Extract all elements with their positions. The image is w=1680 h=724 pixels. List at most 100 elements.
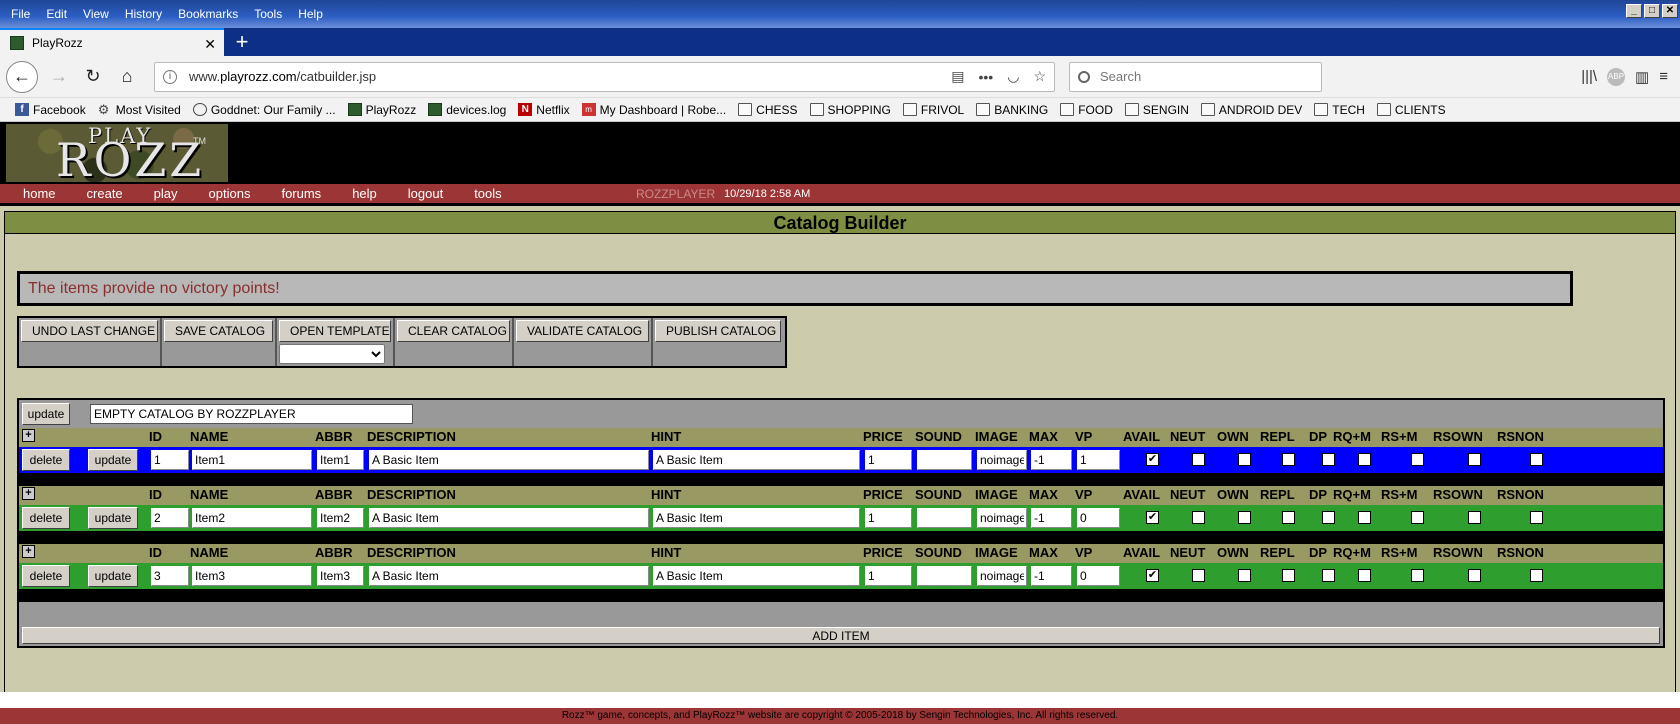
delete-item-button[interactable]: delete <box>22 565 70 587</box>
item-flag-checkbox[interactable] <box>1530 453 1543 466</box>
item-vp-field[interactable] <box>1077 508 1120 528</box>
item-sound-field[interactable] <box>917 508 972 528</box>
item-id-field[interactable] <box>151 508 189 528</box>
page-actions-icon[interactable]: ••• <box>979 69 994 85</box>
item-flag-checkbox[interactable] <box>1411 453 1424 466</box>
bookmark-item[interactable]: BANKING <box>976 103 1048 117</box>
item-flag-checkbox[interactable] <box>1282 453 1295 466</box>
bookmark-item[interactable]: f Facebook <box>15 103 86 117</box>
url-text[interactable]: www.playrozz.com/catbuilder.jsp <box>189 69 937 84</box>
item-hint-field[interactable] <box>653 508 860 528</box>
item-price-field[interactable] <box>865 508 912 528</box>
back-arrow-icon[interactable]: ← <box>6 60 38 93</box>
expand-plus-icon[interactable]: + <box>22 429 35 442</box>
item-flag-checkbox[interactable] <box>1530 511 1543 524</box>
nav-play[interactable]: play <box>154 186 178 201</box>
maximize-icon[interactable]: □ <box>1644 4 1660 18</box>
update-catalog-name-button[interactable]: update <box>22 403 70 425</box>
item-max-field[interactable] <box>1031 508 1072 528</box>
item-name-field[interactable] <box>192 566 312 586</box>
item-flag-checkbox[interactable] <box>1192 569 1205 582</box>
item-flag-checkbox[interactable] <box>1282 511 1295 524</box>
bookmark-item[interactable]: FOOD <box>1060 103 1113 117</box>
item-row[interactable]: delete update ✔ <box>19 505 1663 531</box>
nav-home[interactable]: home <box>23 186 56 201</box>
add-item-button[interactable]: ADD ITEM <box>22 627 1660 644</box>
minimize-icon[interactable]: _ <box>1626 4 1642 18</box>
item-name-field[interactable] <box>192 508 312 528</box>
item-image-field[interactable] <box>977 450 1027 470</box>
search-input[interactable]: Search <box>1069 61 1322 92</box>
item-flag-checkbox[interactable] <box>1468 569 1481 582</box>
home-icon[interactable]: ⌂ <box>110 60 144 94</box>
bookmark-item[interactable]: N Netflix <box>518 103 570 117</box>
undo-last-change-button[interactable]: UNDO LAST CHANGE <box>21 320 158 342</box>
bookmark-item[interactable]: SHOPPING <box>809 103 891 117</box>
bookmark-item[interactable]: FRIVOL <box>902 103 964 117</box>
update-item-button[interactable]: update <box>88 507 138 529</box>
item-row[interactable]: delete update ✔ <box>19 563 1663 589</box>
adblock-icon[interactable]: ABP <box>1607 67 1626 86</box>
item-description-field[interactable] <box>369 450 649 470</box>
sidebar-icon[interactable]: ▥ <box>1635 68 1649 86</box>
menu-help[interactable]: Help <box>290 7 331 21</box>
delete-item-button[interactable]: delete <box>22 449 70 471</box>
bookmark-item[interactable]: TECH <box>1314 103 1365 117</box>
close-icon[interactable]: ✕ <box>1662 4 1678 18</box>
bookmark-item[interactable]: PlayRozz <box>347 103 416 117</box>
item-flag-checkbox[interactable] <box>1358 511 1371 524</box>
item-price-field[interactable] <box>865 566 912 586</box>
nav-create[interactable]: create <box>87 186 123 201</box>
clear-catalog-button[interactable]: CLEAR CATALOG <box>397 320 510 342</box>
item-price-field[interactable] <box>865 450 912 470</box>
bookmark-item[interactable]: ⚙ Most Visited <box>98 103 181 117</box>
update-item-button[interactable]: update <box>88 449 138 471</box>
hamburger-menu-icon[interactable]: ≡ <box>1659 68 1668 86</box>
item-vp-field[interactable] <box>1077 450 1120 470</box>
bookmark-item[interactable]: CLIENTS <box>1376 103 1446 117</box>
item-abbr-field[interactable] <box>317 450 364 470</box>
url-bar[interactable]: i www.playrozz.com/catbuilder.jsp ▤ ••• … <box>154 61 1055 92</box>
playrozz-logo[interactable]: PLAY ROZZ TM <box>6 124 228 182</box>
item-hint-field[interactable] <box>653 566 860 586</box>
item-flag-checkbox[interactable] <box>1358 453 1371 466</box>
item-flag-checkbox[interactable] <box>1411 569 1424 582</box>
save-catalog-button[interactable]: SAVE CATALOG <box>164 320 273 342</box>
item-max-field[interactable] <box>1031 566 1072 586</box>
bookmark-item[interactable]: m My Dashboard | Robe... <box>581 103 726 117</box>
site-info-icon[interactable]: i <box>163 69 177 84</box>
expand-plus-icon[interactable]: + <box>22 545 35 558</box>
library-icon[interactable]: |||\ <box>1581 68 1597 86</box>
item-abbr-field[interactable] <box>317 508 364 528</box>
item-flag-checkbox[interactable] <box>1322 453 1335 466</box>
reader-view-icon[interactable]: ▤ <box>951 68 964 85</box>
item-flag-checkbox[interactable] <box>1238 569 1251 582</box>
open-template-button[interactable]: OPEN TEMPLATE <box>279 320 391 342</box>
menu-history[interactable]: History <box>117 7 170 21</box>
item-id-field[interactable] <box>151 450 189 470</box>
item-name-field[interactable] <box>192 450 312 470</box>
item-flag-checkbox[interactable] <box>1468 453 1481 466</box>
item-sound-field[interactable] <box>917 450 972 470</box>
item-flag-checkbox[interactable] <box>1238 511 1251 524</box>
item-image-field[interactable] <box>977 566 1027 586</box>
nav-logout[interactable]: logout <box>408 186 443 201</box>
item-description-field[interactable] <box>369 566 649 586</box>
nav-help[interactable]: help <box>352 186 377 201</box>
item-sound-field[interactable] <box>917 566 972 586</box>
item-flag-checkbox[interactable] <box>1468 511 1481 524</box>
bookmark-item[interactable]: Goddnet: Our Family ... <box>192 103 336 117</box>
forward-arrow-icon[interactable]: → <box>42 60 76 94</box>
item-flag-checkbox[interactable] <box>1322 569 1335 582</box>
catalog-name-input[interactable] <box>90 404 413 424</box>
item-vp-field[interactable] <box>1077 566 1120 586</box>
item-flag-checkbox[interactable] <box>1411 511 1424 524</box>
menu-tools[interactable]: Tools <box>246 7 290 21</box>
tab-close-icon[interactable]: ✕ <box>204 36 216 53</box>
new-tab-icon[interactable]: + <box>224 28 260 56</box>
item-row[interactable]: delete update ✔ <box>19 447 1663 473</box>
bookmark-item[interactable]: devices.log <box>428 103 506 117</box>
item-flag-checkbox[interactable] <box>1192 511 1205 524</box>
expand-plus-icon[interactable]: + <box>22 487 35 500</box>
tab-playrozz[interactable]: PlayRozz ✕ <box>0 28 224 56</box>
